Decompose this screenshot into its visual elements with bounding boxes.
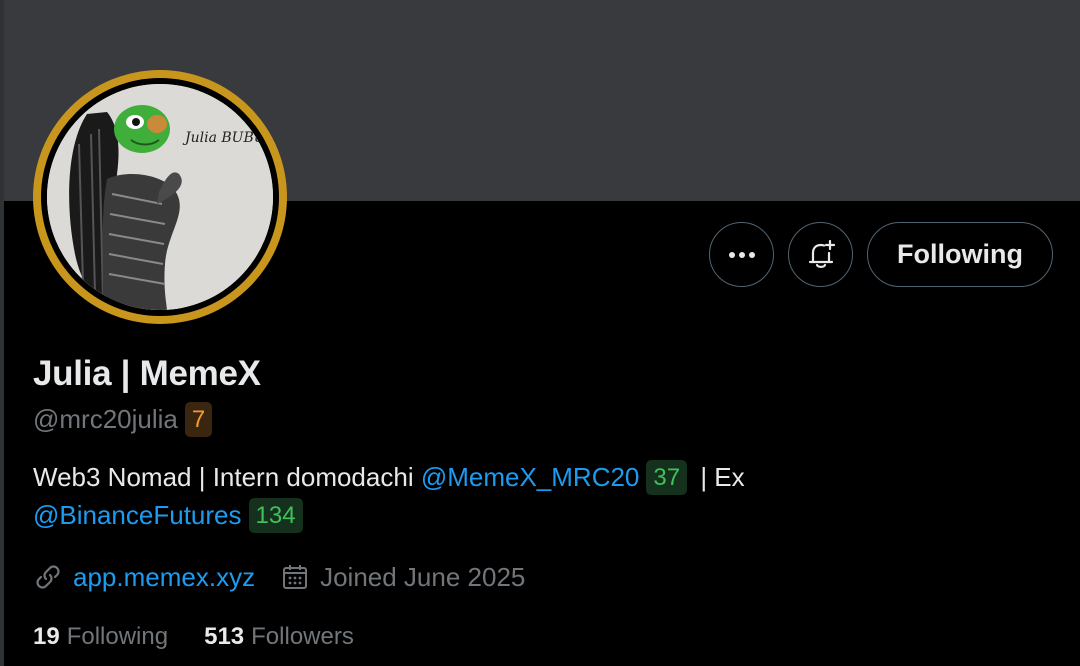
mention-link-binance[interactable]: @BinanceFutures [33, 500, 242, 531]
avatar-ring-gap: Julia BUBU [41, 78, 279, 316]
link-icon [33, 562, 63, 592]
mention-badge-binance: 134 [248, 497, 303, 533]
bell-plus-icon [808, 239, 835, 268]
display-name: Julia | MemeX [33, 354, 261, 393]
calendar-icon [280, 562, 310, 592]
profile-meta: app.memex.xyz Joined June 2025 [33, 558, 525, 596]
website-link[interactable]: app.memex.xyz [73, 562, 255, 593]
bio-line-2: @BinanceFutures 134 [33, 496, 933, 534]
mention-badge-memex: 37 [646, 459, 688, 495]
following-label[interactable]: Following [67, 623, 168, 651]
bio-text: Web3 Nomad | Intern domodachi [33, 461, 421, 492]
avatar-image: Julia BUBU [47, 84, 273, 310]
avatar[interactable]: Julia BUBU [33, 70, 287, 324]
bio-suffix: | Ex [693, 461, 745, 492]
following-button[interactable]: Following [867, 222, 1053, 287]
following-count[interactable]: 19 [33, 623, 60, 651]
bio-line-1: Web3 Nomad | Intern domodachi @MemeX_MRC… [33, 458, 933, 496]
more-horizontal-icon [728, 251, 755, 258]
notifications-button[interactable] [788, 222, 853, 287]
joined-date: Joined June 2025 [320, 561, 526, 592]
followers-label[interactable]: Followers [251, 623, 354, 651]
followers-count[interactable]: 513 [204, 623, 244, 651]
avatar-signature: Julia BUBU [182, 130, 267, 146]
user-handle: @mrc20julia [33, 403, 178, 434]
handle-badge: 7 [184, 401, 213, 437]
follow-stats: 19 Following 513 Followers [33, 618, 390, 656]
more-options-button[interactable] [709, 222, 774, 287]
mention-link-memex[interactable]: @MemeX_MRC20 [421, 462, 640, 493]
handle-row: @mrc20julia 7 [33, 400, 213, 438]
avatar-drawing: Julia BUBU [47, 84, 273, 310]
